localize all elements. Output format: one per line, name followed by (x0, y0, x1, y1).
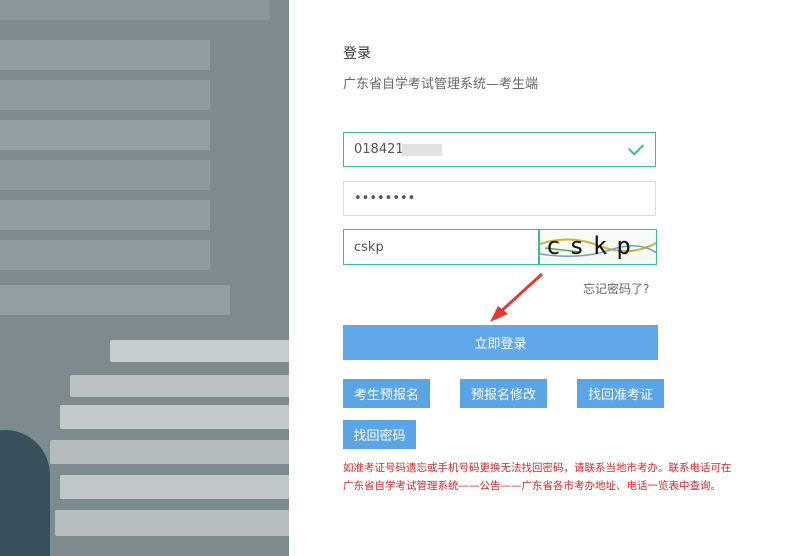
book-stack (70, 375, 289, 397)
captcha-text: cskp (546, 232, 640, 260)
recover-password-button[interactable]: 找回密码 (343, 420, 416, 449)
login-button[interactable]: 立即登录 (343, 325, 658, 360)
book-stack (60, 405, 289, 429)
notice-line: 如准考证号码遗忘或手机号码更换无法找回密码，请联系当地市考办。联系电话可在 (343, 462, 732, 474)
arrow-annotation (490, 272, 544, 322)
bg-stripe (0, 160, 210, 190)
captcha-input[interactable] (344, 230, 538, 264)
bg-stripe (0, 120, 210, 150)
bg-stripe (0, 285, 230, 315)
bg-stripe (0, 40, 210, 70)
username-field[interactable] (343, 132, 656, 167)
password-field[interactable] (343, 181, 656, 216)
redacted-mask (402, 144, 442, 156)
notice-line: 广东省自学考试管理系统——公告——广东省各市考办地址、电话一览表中查询。 (343, 480, 721, 492)
person-silhouette (0, 430, 50, 556)
page-title: 登录 (343, 46, 371, 62)
background-image (0, 0, 289, 556)
preregister-button[interactable]: 考生预报名 (343, 379, 430, 408)
book-stack (55, 510, 289, 536)
notice-text: 如准考证号码遗忘或手机号码更换无法找回密码，请联系当地市考办。联系电话可在 广东… (343, 459, 763, 495)
bg-stripe (0, 80, 210, 110)
bg-stripe (0, 0, 270, 20)
captcha-field[interactable] (343, 229, 539, 265)
recover-ticket-button[interactable]: 找回准考证 (577, 379, 664, 408)
modify-registration-button[interactable]: 预报名修改 (460, 379, 547, 408)
page-subtitle: 广东省自学考试管理系统—考生端 (343, 77, 539, 92)
forgot-password-link[interactable]: 忘记密码了? (583, 280, 649, 297)
username-input[interactable] (344, 133, 655, 166)
password-input[interactable] (344, 182, 655, 215)
captcha-image[interactable]: cskp (539, 229, 657, 265)
bg-stripe (0, 240, 210, 270)
book-stack (50, 440, 289, 464)
book-stack (110, 340, 289, 362)
book-stack (60, 475, 289, 499)
bg-stripe (0, 200, 210, 230)
